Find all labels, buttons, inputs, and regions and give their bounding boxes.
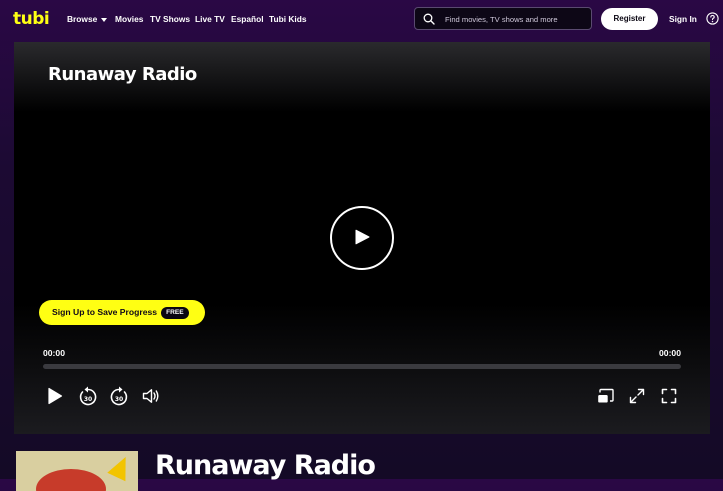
search-input[interactable]: Find movies, TV shows and more xyxy=(414,7,592,30)
time-elapsed: 00:00 xyxy=(43,348,65,358)
video-player[interactable]: Runaway Radio Sign Up to Save Progress FR… xyxy=(14,42,710,434)
nav-browse-label: Browse xyxy=(67,14,98,24)
show-title: Runaway Radio xyxy=(155,450,376,481)
nav-live-tv[interactable]: Live TV xyxy=(195,14,225,24)
poster-art-bolt xyxy=(107,452,135,482)
progress-bar[interactable] xyxy=(43,364,681,369)
picture-in-picture-icon[interactable] xyxy=(597,388,615,404)
nav-movies[interactable]: Movies xyxy=(115,14,143,24)
free-badge: FREE xyxy=(161,306,189,319)
search-placeholder: Find movies, TV shows and more xyxy=(445,15,558,24)
volume-icon[interactable] xyxy=(142,388,160,404)
search-icon xyxy=(423,13,435,25)
play-icon xyxy=(355,229,370,245)
rewind-seconds: 30 xyxy=(84,396,92,403)
sign-in-link[interactable]: Sign In xyxy=(669,14,697,24)
rewind-30-icon[interactable]: 30 xyxy=(78,385,98,407)
register-button[interactable]: Register xyxy=(601,8,658,30)
nav-browse[interactable]: Browse xyxy=(67,14,108,24)
show-poster[interactable] xyxy=(16,451,138,491)
top-nav-bar: tubi Browse Movies TV Shows Live TV Espa… xyxy=(0,0,723,40)
player-title: Runaway Radio xyxy=(48,64,197,85)
big-play-button[interactable] xyxy=(330,206,394,270)
chevron-down-icon xyxy=(101,17,108,22)
fullscreen-icon[interactable] xyxy=(661,388,677,404)
forward-seconds: 30 xyxy=(115,396,123,403)
forward-30-icon[interactable]: 30 xyxy=(109,385,129,407)
sign-up-save-progress-button[interactable]: Sign Up to Save Progress FREE xyxy=(39,300,205,325)
expand-icon[interactable] xyxy=(629,388,645,404)
poster-art xyxy=(36,469,106,491)
sign-up-label: Sign Up to Save Progress xyxy=(52,307,158,317)
nav-tv-shows[interactable]: TV Shows xyxy=(150,14,190,24)
nav-espanol[interactable]: Español xyxy=(231,14,264,24)
tubi-logo[interactable]: tubi xyxy=(13,9,50,29)
help-icon[interactable] xyxy=(706,12,719,25)
play-icon[interactable] xyxy=(47,387,63,405)
time-total: 00:00 xyxy=(659,348,681,358)
nav-tubi-kids[interactable]: Tubi Kids xyxy=(269,14,307,24)
